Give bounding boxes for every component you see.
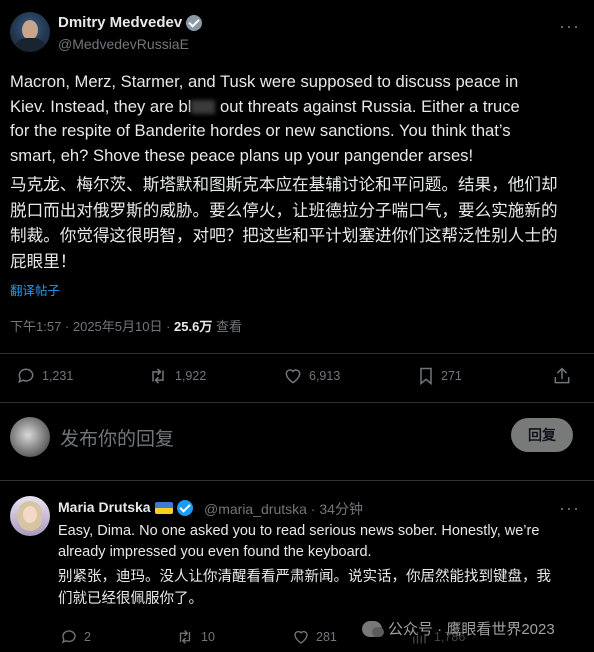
tweet-line-part: Kiev. Instead, they are bl [10, 96, 192, 116]
tweet-line: for the respite of Banderite hordes or n… [10, 121, 511, 140]
reply-like-action[interactable]: 281 [292, 628, 337, 646]
reply-more-options-button[interactable]: ··· [559, 498, 580, 519]
reply-repost-count: 10 [201, 630, 215, 644]
reply-action[interactable]: 1,231 [16, 366, 73, 386]
tweet-line: smart, eh? Shove these peace plans up yo… [10, 145, 474, 165]
reply-line: 们就已经很佩服你了。 [58, 591, 203, 607]
reply-like-count: 281 [316, 630, 337, 644]
divider [0, 402, 594, 403]
tweet-line: 屁眼里！ [10, 251, 77, 271]
tweet-text-chinese: 马克龙、梅尔茨、斯塔默和图斯克本应在基辅讨论和平问题。结果，他们却 脱口而出对俄… [10, 172, 585, 274]
bookmark-icon [417, 366, 435, 386]
watermark-text: 公众号 · 鹰眼看世界2023 [388, 621, 555, 638]
tweet-meta: 下午1:57 · 2025年5月10日 · 25.6万 查看 [10, 316, 242, 335]
reply-meta: @maria_drutska · 34分钟 [204, 499, 363, 519]
tweet-line: Macron, Merz, Starmer, and Tusk were sup… [10, 72, 519, 91]
avatar-suit [14, 38, 46, 52]
reply-text-english: Easy, Dima. No one asked you to read ser… [58, 521, 584, 563]
reply-author-name-row[interactable]: Maria Drutska [58, 499, 193, 517]
avatar-face [23, 506, 37, 523]
tweet-line: Kiev. Instead, they are bl out threats a… [10, 95, 585, 120]
reply-input[interactable]: 发布你的回复 [60, 424, 174, 451]
author-name[interactable]: Dmitry Medvedev [58, 14, 182, 31]
author-handle[interactable]: @MedvedevRussiaE [58, 36, 189, 52]
ukraine-flag-icon [154, 502, 173, 515]
reply-submit-button[interactable]: 回复 [511, 418, 573, 452]
repost-count: 1,922 [175, 369, 207, 383]
tweet-line: 脱口而出对俄罗斯的威胁。要么停火，让班德拉分子喘口气，要么实施新的 [10, 200, 558, 220]
reply-author-name[interactable]: Maria Drutska [58, 499, 151, 515]
reply-count: 1,231 [42, 369, 74, 383]
repost-icon [175, 628, 195, 646]
author-avatar[interactable] [10, 12, 50, 52]
like-action[interactable]: 6,913 [283, 366, 340, 386]
bookmark-action[interactable]: 271 [417, 366, 462, 386]
share-button[interactable] [552, 366, 572, 386]
tweet-line-part: out threats against Russia. Either a tru… [215, 96, 520, 116]
reply-line: 别紧张，迪玛。没人让你清醒看看严肃新闻。说实话，你居然能找到键盘，我 [58, 569, 551, 585]
reply-text-chinese: 别紧张，迪玛。没人让你清醒看看严肃新闻。说实话，你居然能找到键盘，我 们就已经很… [58, 566, 584, 610]
views-suffix: 查看 [212, 319, 242, 334]
wechat-icon [362, 620, 384, 637]
reply-line: already impressed you even found the key… [58, 544, 372, 560]
watermark: 公众号 · 鹰眼看世界2023 [362, 618, 555, 639]
more-options-button[interactable]: ··· [559, 16, 580, 37]
translate-post-link[interactable]: 翻译帖子 [10, 280, 60, 299]
obscured-word [191, 100, 216, 115]
like-count: 6,913 [309, 369, 341, 383]
repost-action[interactable]: 1,922 [147, 366, 206, 386]
reply-line: Easy, Dima. No one asked you to read ser… [58, 523, 540, 539]
tweet-line: 制裁。你觉得这很明智，对吧？把这些和平计划塞进你们这帮泛性别人士的 [10, 226, 558, 245]
tweet-time[interactable]: 下午1:57 · 2025年5月10日 · [10, 319, 174, 334]
current-user-avatar[interactable] [10, 417, 50, 457]
divider [0, 353, 594, 354]
reply-icon [16, 366, 36, 386]
reply-author-avatar[interactable] [10, 496, 50, 536]
author-name-row[interactable]: Dmitry Medvedev [58, 14, 203, 32]
reply-icon [60, 628, 78, 646]
reply-reply-action[interactable]: 2 [60, 628, 91, 646]
avatar-face [22, 20, 38, 40]
reply-time[interactable]: 34分钟 [319, 501, 363, 517]
view-count: 25.6万 [174, 319, 213, 334]
verified-badge-icon [176, 500, 193, 517]
bookmark-count: 271 [441, 369, 462, 383]
verified-badge-icon [186, 15, 203, 32]
share-icon [552, 366, 572, 386]
reply-repost-action[interactable]: 10 [175, 628, 215, 646]
heart-icon [283, 366, 303, 386]
reply-time-separator: · [306, 501, 320, 517]
heart-icon [292, 628, 310, 646]
repost-icon [147, 366, 169, 386]
reply-reply-count: 2 [84, 630, 91, 644]
divider [0, 480, 594, 481]
reply-author-handle[interactable]: @maria_drutska [204, 501, 307, 517]
tweet-line: 马克龙、梅尔茨、斯塔默和图斯克本应在基辅讨论和平问题。结果，他们却 [10, 175, 558, 194]
tweet-text-english: Macron, Merz, Starmer, and Tusk were sup… [10, 70, 585, 168]
